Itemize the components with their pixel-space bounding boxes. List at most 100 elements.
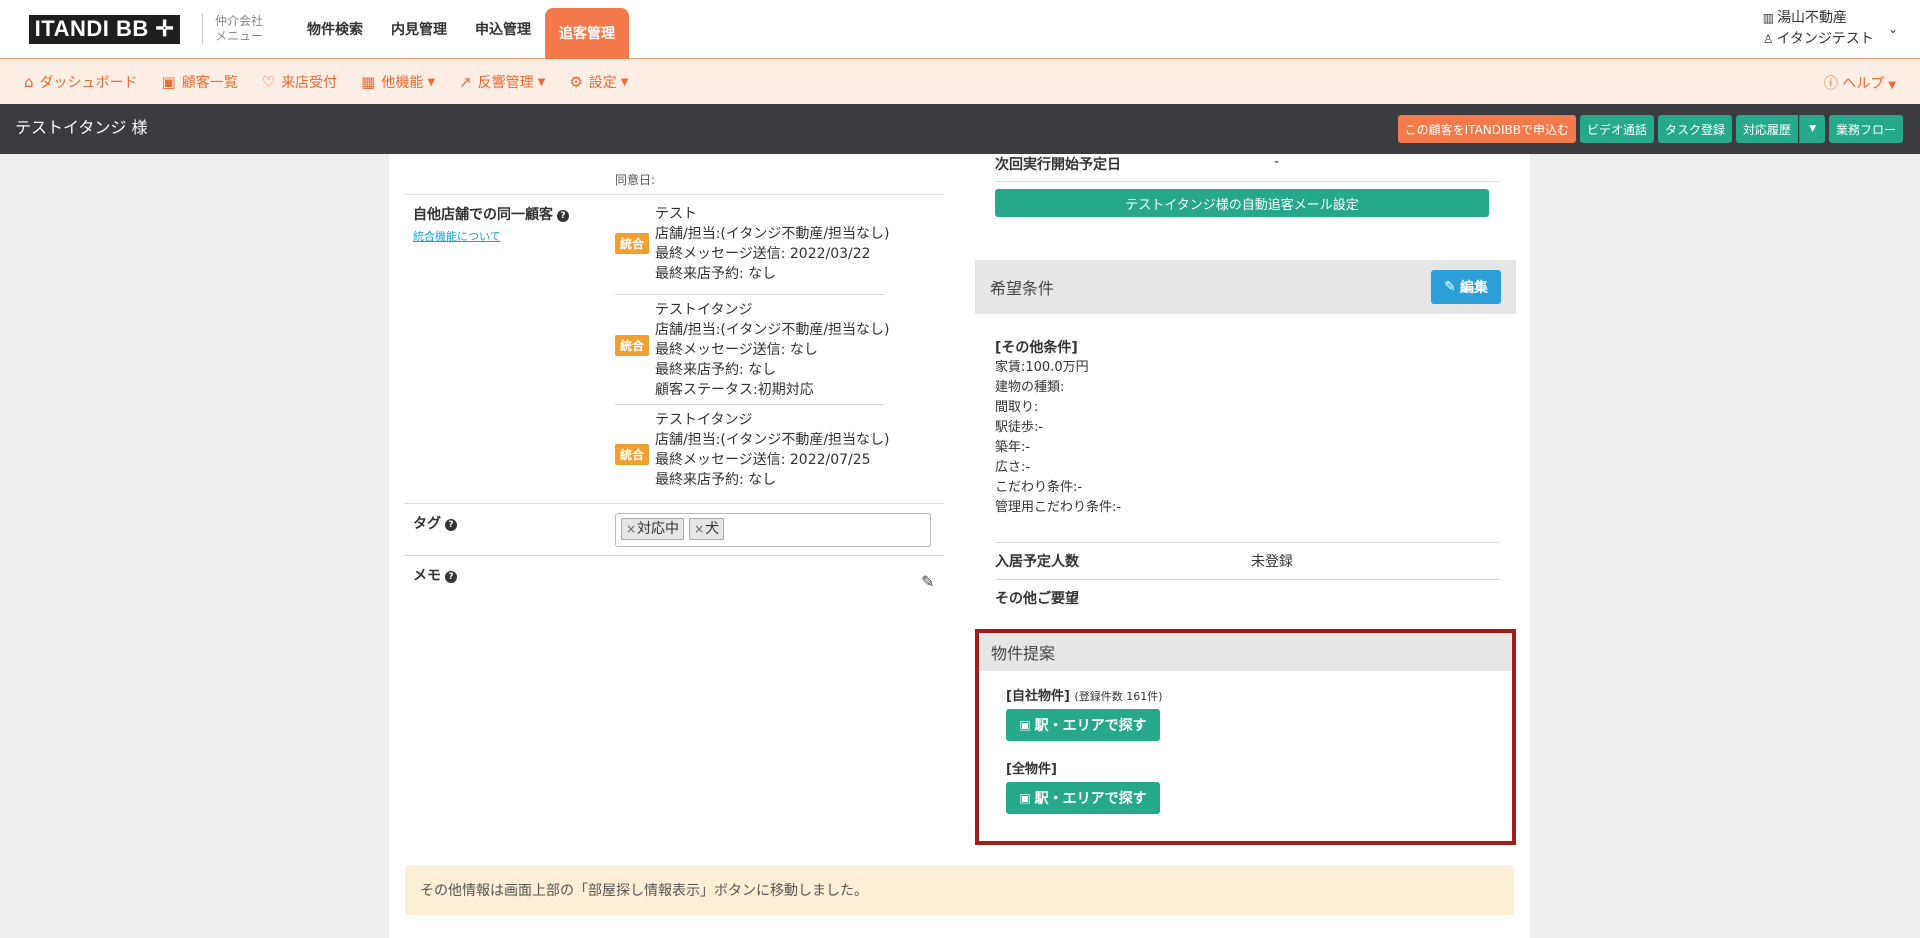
response-history-dropdown[interactable]: ▼	[1799, 115, 1825, 143]
customer-detail-panel: 同意日: 自他店舗での同一顧客? 統合機能について 統合 テスト 店舗/担当:(…	[389, 154, 1530, 938]
agent-menu[interactable]: 仲介会社 メニュー	[215, 14, 275, 44]
agent-menu-line2: メニュー	[215, 29, 264, 43]
nav-customer-list-label: 顧客一覧	[181, 75, 238, 91]
nav-settings[interactable]: ⚙ 設定 ▼	[569, 72, 628, 92]
task-register-button[interactable]: タスク登録	[1658, 115, 1733, 143]
merge-badge[interactable]: 統合	[615, 335, 650, 356]
condition-item: 家賃:100.0万円	[995, 360, 1089, 375]
condition-item: 建物の種類:	[995, 380, 1065, 395]
tab-application[interactable]: 申込管理	[461, 0, 545, 59]
search-button-label: 駅・エリアで探す	[1034, 718, 1147, 734]
agree-date-label: 同意日:	[615, 173, 656, 187]
merge-badge[interactable]: 統合	[615, 444, 650, 465]
question-circle-icon: ⓘ	[1823, 76, 1843, 92]
grid-icon: ▦	[361, 73, 376, 91]
divider	[404, 555, 944, 556]
tag-label: タグ?	[413, 513, 457, 533]
entry-last-visit: 最終来店予約: なし	[655, 266, 777, 282]
response-history-button[interactable]: 対応履歴	[1736, 115, 1799, 143]
logo-divider	[202, 14, 203, 44]
divider	[995, 542, 1500, 543]
duplicate-customer-text: 自他店舗での同一顧客	[413, 207, 553, 223]
help-icon[interactable]: ?	[445, 571, 457, 583]
nav-response-management[interactable]: ↗ 反響管理 ▼	[459, 72, 545, 92]
train-icon: ▣	[1019, 791, 1031, 805]
merge-badge[interactable]: 統合	[615, 233, 650, 254]
condition-item: 築年:-	[995, 440, 1031, 455]
workflow-button[interactable]: 業務フロー	[1828, 115, 1903, 143]
sub-navbar: ⌂ ダッシュボード ▣ 顧客一覧 ♡ 来店受付 ▦ 他機能 ▼ ↗ 反響管理 ▼ ⚙ 設定 ▼ ⓘ…	[0, 60, 1920, 104]
chevron-down-icon: ▼	[620, 76, 629, 88]
chevron-down-icon: ▼	[537, 76, 546, 88]
entry-store: 店舗/担当:(イタンジ不動産/担当なし)	[655, 432, 890, 448]
all-properties-label: [全物件]	[1006, 762, 1057, 777]
edit-memo-pencil-icon[interactable]: ✎	[921, 572, 934, 591]
entry-last-visit: 最終来店予約: なし	[655, 362, 777, 378]
edit-conditions-button[interactable]: ✎ 編集	[1431, 270, 1501, 304]
remove-tag-icon[interactable]: ×	[626, 522, 636, 536]
tab-viewing[interactable]: 内見管理	[377, 0, 461, 59]
occupants-label: 入居予定人数	[995, 554, 1079, 570]
train-icon: ▣	[1019, 718, 1031, 732]
top-navbar: ITANDI BB ✛ 仲介会社 メニュー 物件検索 内見管理 申込管理 追客管…	[0, 0, 1920, 59]
divider	[615, 294, 885, 295]
entry-last-message: 最終メッセージ送信: 2022/07/25	[655, 452, 871, 468]
entry-name: テスト	[655, 206, 697, 222]
merge-feature-link[interactable]: 統合機能について	[413, 228, 501, 244]
chevron-down-icon: ▼	[427, 76, 436, 88]
tab-customer-followup[interactable]: 追客管理	[545, 7, 629, 59]
customer-actions: この顧客をITANDIBBで申込む ビデオ通話 タスク登録 対応履歴 ▼ 業務フ…	[1397, 115, 1903, 143]
home-icon: ⌂	[24, 73, 34, 91]
condition-item: こだわり条件:-	[995, 480, 1083, 495]
other-conditions: [その他条件] 家賃:100.0万円 建物の種類: 間取り: 駅徒歩:- 築年:…	[995, 338, 1121, 518]
apply-itandibb-button[interactable]: この顧客をITANDIBBで申込む	[1397, 115, 1577, 143]
nav-visit-reception-label: 来店受付	[281, 75, 338, 91]
user-menu[interactable]: ▥ 湯山不動産 ♙ イタンジテスト ⌄	[1763, 8, 1898, 50]
own-properties-count: (登録件数 161件)	[1074, 690, 1163, 703]
gear-icon: ⚙	[569, 73, 583, 91]
wish-conditions-header: 希望条件 ✎ 編集	[975, 260, 1516, 314]
tag-chip[interactable]: ×犬	[689, 518, 725, 540]
nav-visit-reception[interactable]: ♡ 来店受付	[262, 72, 337, 92]
person-card-icon: ▣	[161, 73, 176, 91]
user-name: イタンジテスト	[1776, 31, 1874, 47]
nav-other-features-label: 他機能	[381, 75, 424, 91]
condition-item: 駅徒歩:-	[995, 420, 1044, 435]
help-icon[interactable]: ?	[445, 519, 457, 531]
nav-response-management-label: 反響管理	[477, 75, 534, 91]
entry-last-visit: 最終来店予約: なし	[655, 472, 777, 488]
company-name: 湯山不動産	[1777, 10, 1848, 26]
entry-store: 店舗/担当:(イタンジ不動産/担当なし)	[655, 226, 890, 242]
entry-name: テストイタンジ	[655, 302, 753, 318]
auto-followup-mail-settings-button[interactable]: テストイタンジ様の自動追客メール設定	[995, 189, 1489, 217]
property-proposal-header: 物件提案	[979, 633, 1512, 671]
caret-down-icon: ▼	[1809, 124, 1816, 134]
search-button-label: 駅・エリアで探す	[1034, 791, 1147, 807]
condition-item: 間取り:	[995, 400, 1039, 415]
memo-label-text: メモ	[413, 568, 441, 584]
entry-store: 店舗/担当:(イタンジ不動産/担当なし)	[655, 322, 890, 338]
nav-help[interactable]: ⓘ ヘルプ ▼	[1824, 73, 1896, 93]
chevron-down-icon[interactable]: ⌄	[1888, 22, 1898, 36]
itandi-logo[interactable]: ITANDI BB ✛	[29, 14, 180, 44]
video-call-button[interactable]: ビデオ通話	[1580, 115, 1655, 143]
remove-tag-icon[interactable]: ×	[694, 522, 704, 536]
nav-other-features[interactable]: ▦ 他機能 ▼	[361, 72, 435, 92]
own-properties-text: [自社物件]	[1006, 689, 1070, 704]
all-station-area-search-button[interactable]: ▣ 駅・エリアで探す	[1006, 782, 1160, 814]
wish-conditions-title: 希望条件	[990, 279, 1055, 298]
info-moved-notice: その他情報は画面上部の「部屋探し情報表示」ボタンに移動しました。	[405, 865, 1514, 915]
tag-input[interactable]: ×対応中 ×犬	[615, 513, 931, 547]
nav-customer-list[interactable]: ▣ 顧客一覧	[162, 72, 238, 92]
nav-dashboard[interactable]: ⌂ ダッシュボード	[24, 72, 138, 92]
tag-chip-label: 対応中	[637, 521, 680, 537]
tag-chip[interactable]: ×対応中	[621, 518, 685, 540]
entry-name: テストイタンジ	[655, 412, 753, 428]
other-requests-label: その他ご要望	[995, 591, 1079, 607]
own-station-area-search-button[interactable]: ▣ 駅・エリアで探す	[1006, 709, 1160, 741]
customer-name: テストイタンジ 様	[15, 118, 148, 137]
help-icon[interactable]: ?	[557, 210, 569, 222]
nav-help-label: ヘルプ	[1842, 76, 1885, 92]
tab-property-search[interactable]: 物件検索	[293, 0, 377, 59]
divider	[404, 503, 944, 504]
